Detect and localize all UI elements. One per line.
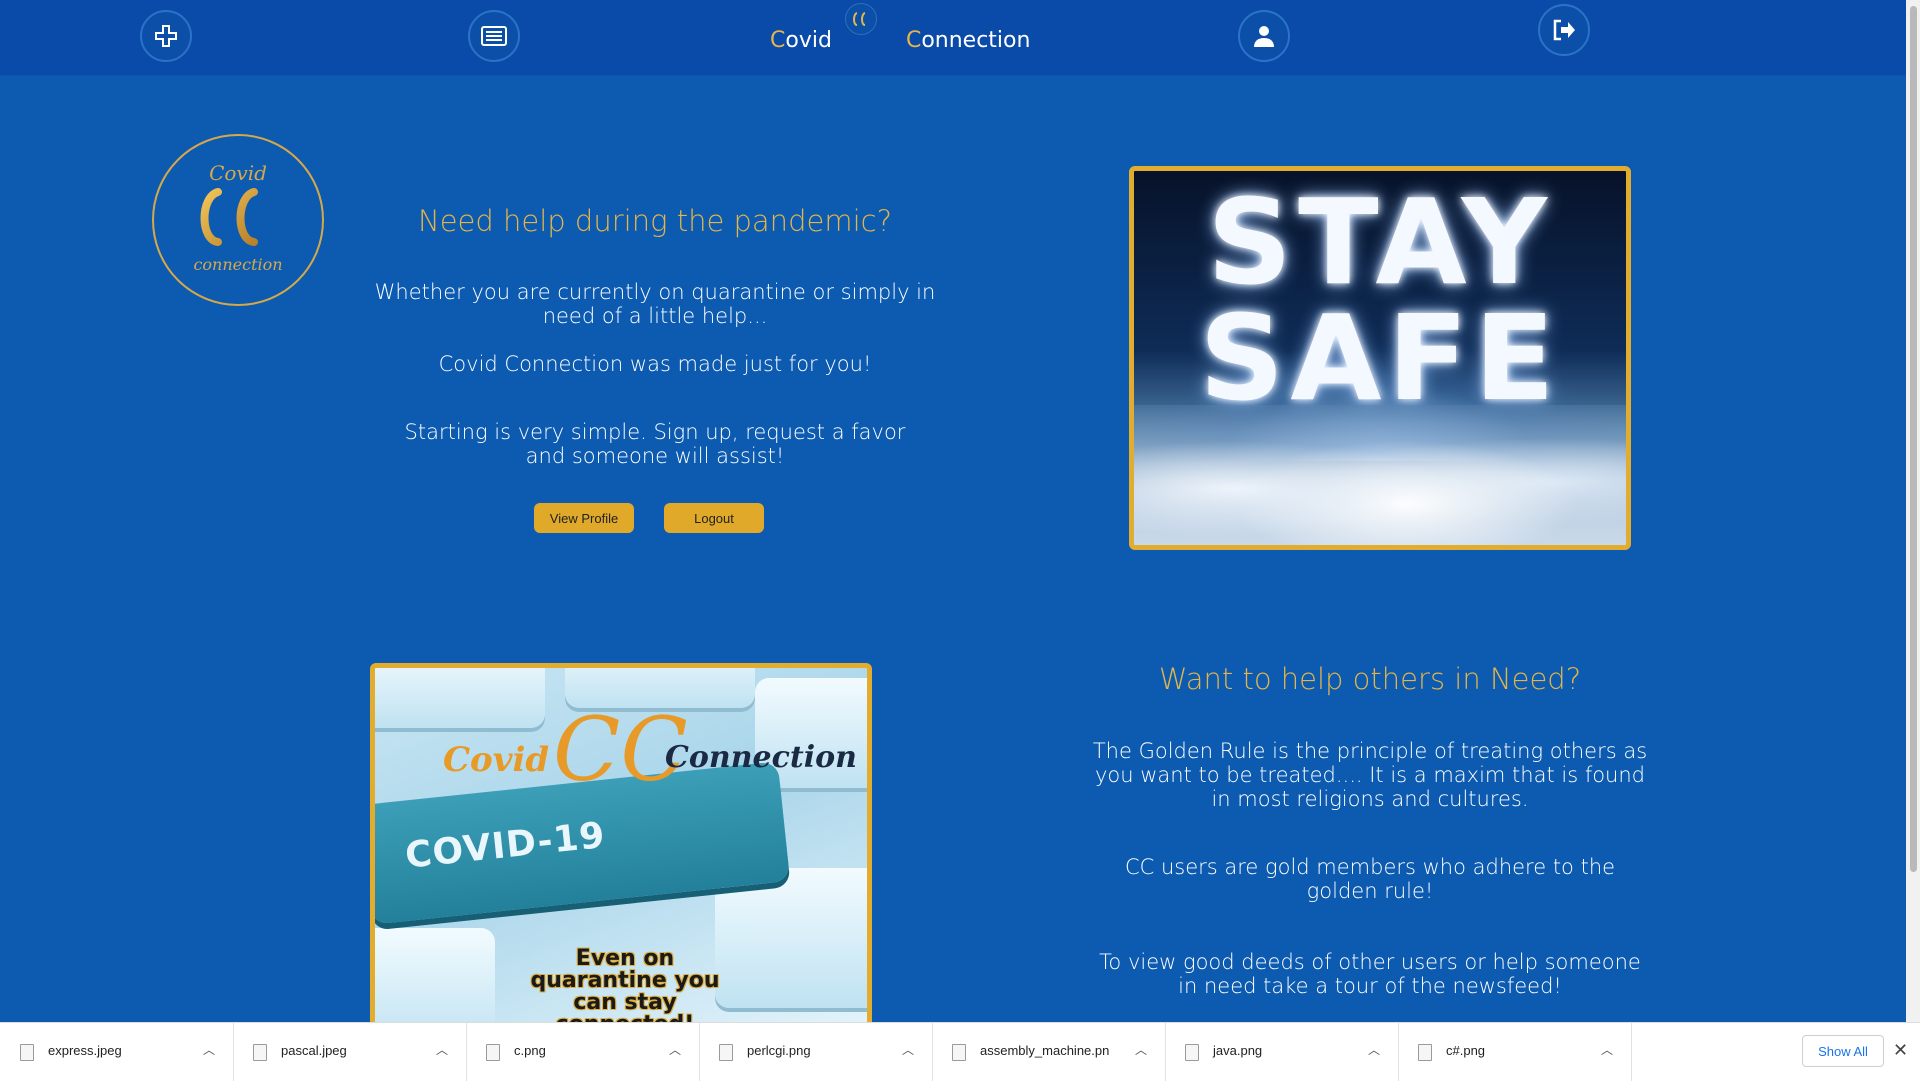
logout-button[interactable]: Logout — [664, 503, 764, 533]
close-icon[interactable]: ✕ — [1893, 1040, 1908, 1061]
help-heading: Want to help others in Need? — [1158, 662, 1582, 696]
hero-heading: Need help during the pandemic? — [418, 204, 892, 238]
help-paragraph-3: To view good deeds of other users or hel… — [1099, 950, 1641, 998]
download-item[interactable]: java.png ︿ — [1165, 1023, 1399, 1081]
file-icon — [486, 1044, 500, 1061]
profile-button[interactable] — [1238, 10, 1290, 62]
chevron-up-icon[interactable]: ︿ — [436, 1041, 448, 1058]
top-navbar: Covid Connection — [0, 0, 1906, 76]
keyboard-key — [375, 928, 495, 1028]
user-icon — [1254, 26, 1274, 47]
hero-paragraph-2: Covid Connection was made just for you! — [438, 352, 872, 376]
image-brand-connection: Connection — [665, 740, 857, 775]
file-icon — [1185, 1044, 1199, 1061]
download-filename: assembly_machine.pn — [980, 1043, 1110, 1058]
keyboard-key — [715, 868, 867, 1008]
download-filename: java.png — [1213, 1043, 1263, 1058]
logout-icon — [1553, 19, 1575, 41]
download-item[interactable]: c#.png ︿ — [1398, 1023, 1632, 1081]
chevron-up-icon[interactable]: ︿ — [1368, 1041, 1380, 1058]
newsfeed-icon — [481, 26, 507, 46]
brand-title[interactable]: Covid Connection — [770, 28, 1030, 60]
hero-paragraph-1: Whether you are currently on quarantine … — [374, 280, 936, 328]
image-caption: Even on quarantine you can stay connecte… — [530, 946, 720, 1029]
file-icon — [719, 1044, 733, 1061]
download-item[interactable]: pascal.jpeg ︿ — [233, 1023, 467, 1081]
chevron-up-icon[interactable]: ︿ — [1135, 1041, 1147, 1058]
chevron-up-icon[interactable]: ︿ — [902, 1041, 914, 1058]
stay-safe-image: STAY SAFE — [1129, 166, 1631, 550]
download-item[interactable]: express.jpeg ︿ — [0, 1023, 234, 1081]
keyboard-key — [375, 668, 545, 728]
file-icon — [20, 1044, 34, 1061]
file-icon — [952, 1044, 966, 1061]
brand-second-initial: C — [905, 28, 922, 53]
download-filename: perlcgi.png — [747, 1043, 811, 1058]
chevron-up-icon[interactable]: ︿ — [669, 1041, 681, 1058]
covid-19-key-label: COVID-19 — [403, 814, 608, 877]
covid-connection-logo: Covid connection — [152, 134, 324, 306]
scrollbar-thumb[interactable] — [1910, 6, 1917, 872]
brand-logo-icon[interactable] — [845, 3, 877, 35]
image-brand-covid: Covid — [443, 740, 550, 780]
download-item[interactable]: c.png ︿ — [466, 1023, 700, 1081]
page-scrollbar[interactable] — [1906, 0, 1920, 1022]
chevron-up-icon[interactable]: ︿ — [1601, 1041, 1613, 1058]
logo-emblem-icon: Covid connection — [193, 161, 282, 274]
view-profile-button[interactable]: View Profile — [534, 503, 634, 533]
download-item[interactable]: perlcgi.png ︿ — [699, 1023, 933, 1081]
brand-second-rest: onnection — [921, 28, 1031, 53]
download-filename: c#.png — [1446, 1043, 1486, 1058]
logout-nav-button[interactable] — [1538, 4, 1590, 56]
brand-first-initial: C — [770, 28, 786, 53]
newsfeed-button[interactable] — [468, 10, 520, 62]
download-item[interactable]: assembly_machine.pn ︿ — [932, 1023, 1166, 1081]
downloads-bar: express.jpeg ︿ pascal.jpeg ︿ c.png ︿ per… — [0, 1022, 1920, 1081]
help-paragraph-1: The Golden Rule is the principle of trea… — [1092, 739, 1648, 811]
covid-keyboard-image: COVID-19 Covid CC Connection Even on qua… — [370, 663, 872, 1033]
brand-first-rest: ovid — [785, 28, 832, 53]
svg-text:connection: connection — [193, 255, 282, 274]
svg-text:Covid: Covid — [209, 161, 267, 185]
file-icon — [1418, 1044, 1432, 1061]
hero-paragraph-3: Starting is very simple. Sign up, reques… — [404, 420, 906, 468]
download-filename: pascal.jpeg — [281, 1043, 347, 1058]
chevron-up-icon[interactable]: ︿ — [203, 1041, 215, 1058]
show-all-downloads-button[interactable]: Show All — [1802, 1035, 1884, 1067]
download-filename: express.jpeg — [48, 1043, 122, 1058]
download-filename: c.png — [514, 1043, 546, 1058]
file-icon — [253, 1044, 267, 1061]
clouds — [1134, 405, 1626, 545]
add-request-button[interactable] — [140, 10, 192, 62]
plus-icon — [155, 25, 177, 47]
help-paragraph-2: CC users are gold members who adhere to … — [1124, 855, 1616, 903]
